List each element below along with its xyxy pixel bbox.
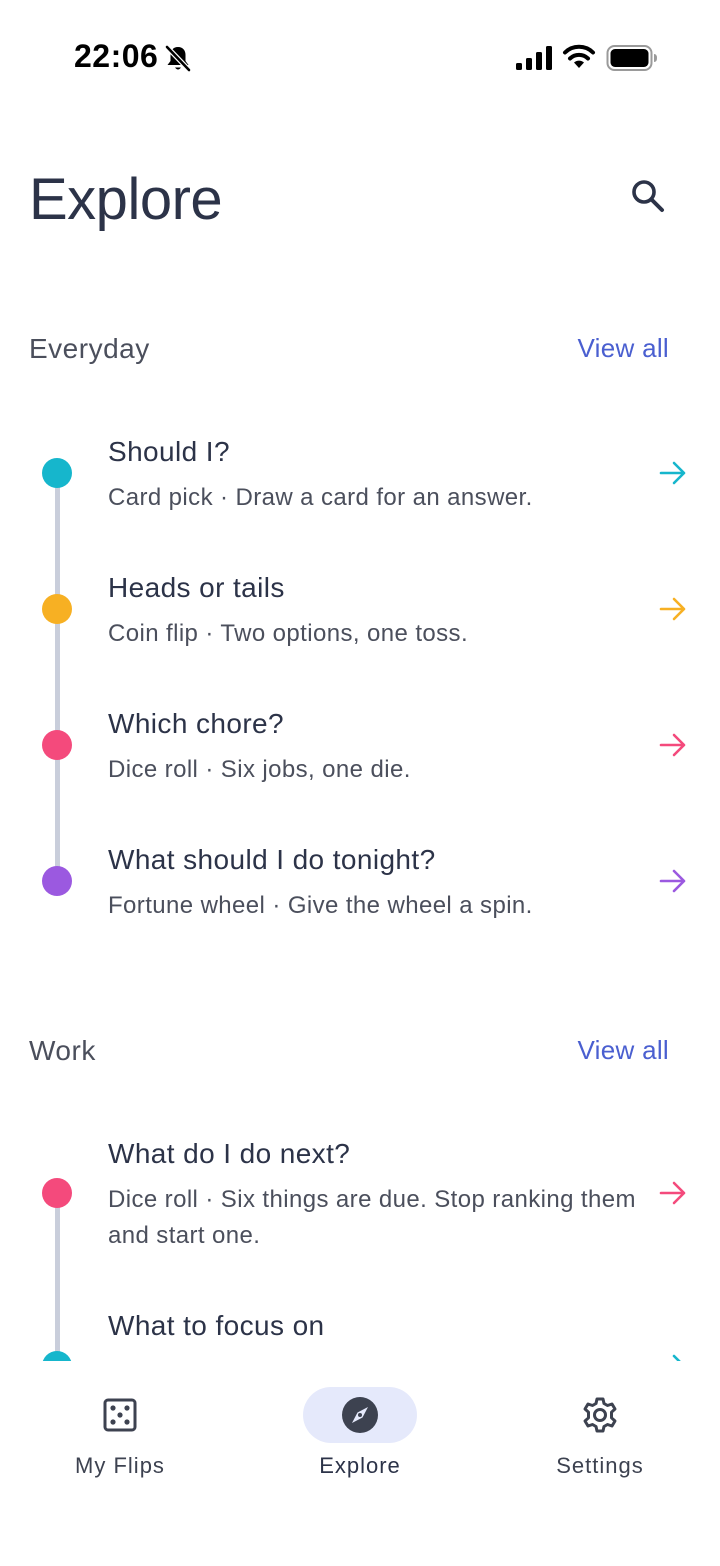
arrow-right-icon[interactable] [658, 1351, 688, 1361]
status-time: 22:06 [74, 38, 159, 74]
item-title: Heads or tails [108, 572, 285, 603]
compass-icon [342, 1397, 378, 1433]
item-title: Should I? [108, 436, 230, 467]
list-item-should-i[interactable]: Should I? Card pick · Draw a card for an… [0, 430, 720, 540]
view-all-everyday-link[interactable]: View all [577, 333, 669, 364]
color-dot [42, 1351, 72, 1361]
arrow-right-icon[interactable] [658, 866, 688, 896]
gear-icon [583, 1397, 617, 1433]
nav-icon-container-active[interactable] [303, 1387, 417, 1443]
section-title: Everyday [29, 333, 150, 364]
dice-icon [103, 1398, 137, 1432]
nav-item-my-flips[interactable]: My Flips [30, 1361, 210, 1491]
item-title: Which chore? [108, 708, 284, 739]
item-title: What do I do next? [108, 1138, 351, 1169]
status-bar: 22:06 [0, 0, 720, 118]
item-title: What to focus on [108, 1310, 325, 1341]
list-item-which-chore[interactable]: Which chore? Dice roll · Six jobs, one d… [0, 702, 720, 812]
color-dot [42, 866, 72, 896]
list-item-what-to-focus-on[interactable]: What to focus on [0, 1304, 720, 1361]
color-dot [42, 730, 72, 760]
section-title: Work [29, 1035, 96, 1066]
list-item-heads-or-tails[interactable]: Heads or tails Coin flip · Two options, … [0, 566, 720, 676]
item-description: Dice roll · Six things are due. Stop ran… [108, 1186, 636, 1249]
bell-slash-icon [165, 45, 191, 72]
nav-label: My Flips [75, 1453, 165, 1478]
search-icon [632, 180, 664, 212]
color-dot [42, 458, 72, 488]
arrow-right-icon[interactable] [658, 1178, 688, 1208]
section-header-everyday: Everyday View all [29, 333, 691, 373]
arrow-right-icon[interactable] [658, 594, 688, 624]
section-header-work: Work View all [29, 1035, 691, 1075]
item-description: Coin flip · Two options, one toss. [108, 620, 469, 647]
color-dot [42, 594, 72, 624]
nav-item-settings[interactable]: Settings [510, 1361, 690, 1491]
wifi-icon [563, 44, 595, 68]
list-item-what-tonight[interactable]: What should I do tonight? Fortune wheel … [0, 838, 720, 948]
nav-icon-container[interactable] [63, 1387, 177, 1443]
color-dot [42, 1178, 72, 1208]
item-description: Dice roll · Six jobs, one die. [108, 756, 411, 783]
arrow-right-icon[interactable] [658, 730, 688, 760]
arrow-right-icon[interactable] [658, 458, 688, 488]
item-description: Fortune wheel · Give the wheel a spin. [108, 892, 533, 919]
battery-icon [606, 45, 657, 71]
search-button[interactable] [622, 170, 674, 222]
page-title: Explore [29, 167, 223, 232]
nav-item-explore[interactable]: Explore [270, 1361, 450, 1491]
bottom-nav: My Flips Explore Settings [0, 1361, 720, 1566]
nav-icon-container[interactable] [543, 1387, 657, 1443]
signal-icon [516, 46, 552, 70]
view-all-work-link[interactable]: View all [577, 1035, 669, 1066]
item-title: What should I do tonight? [108, 844, 436, 875]
item-description: Card pick · Draw a card for an answer. [108, 484, 533, 511]
list-item-what-next[interactable]: What do I do next? Dice roll · Six thing… [0, 1132, 720, 1282]
work-list: What do I do next? Dice roll · Six thing… [0, 1100, 720, 1361]
nav-label: Settings [556, 1453, 644, 1478]
nav-label: Explore [319, 1453, 401, 1478]
